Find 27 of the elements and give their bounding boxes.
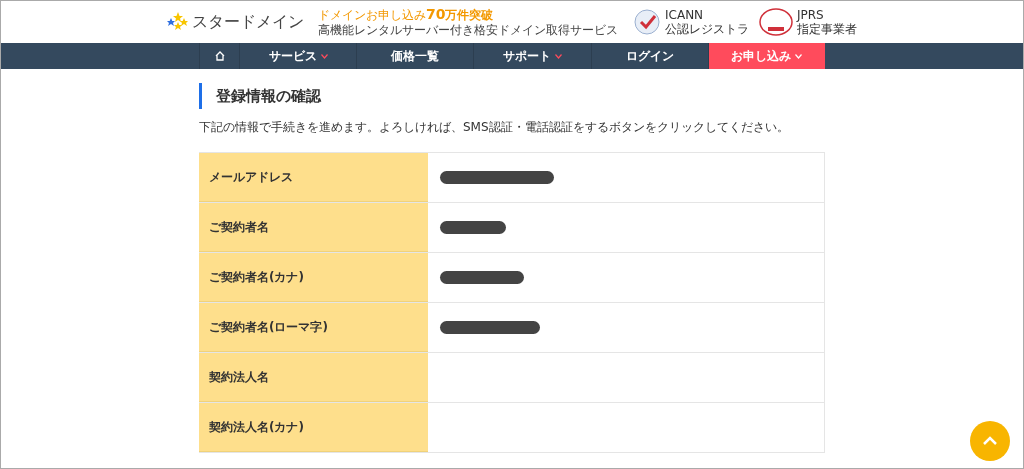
field-label: 契約法人名 (199, 353, 428, 402)
caret-icon (320, 53, 328, 59)
field-label: 契約法人名(カナ) (199, 403, 428, 452)
nav-link[interactable]: 価格一覧 (356, 43, 474, 69)
caret-icon (795, 53, 803, 59)
badge-subtitle: 公認レジストラ (665, 22, 749, 36)
logo-text[interactable]: スタードメイン (192, 11, 304, 33)
jprs-seal-icon (759, 8, 793, 36)
checkmark-seal-icon (633, 8, 661, 36)
caret-icon (555, 53, 562, 59)
badge-title: JPRS (797, 8, 825, 22)
stars-logo-icon (167, 12, 189, 32)
badge-subtitle: 指定事業者 (797, 22, 857, 36)
nav-link[interactable]: サポート (473, 43, 591, 69)
badge-title: ICANN (665, 8, 705, 22)
field-label: メールアドレス (199, 153, 428, 202)
field-label: ご契約者名(カナ) (199, 253, 428, 302)
field-label: ご契約者名(ローマ字) (199, 303, 428, 352)
page-title: 登録情報の確認 (199, 83, 825, 109)
nav-link[interactable]: ログイン (590, 43, 708, 69)
nav-link[interactable]: サービス (239, 43, 357, 69)
description: 下記の情報で手続きを進めます。よろしければ、SMS認証・電話認証をするボタンをクリックしてください。 (199, 119, 790, 136)
field-label: ご契約者名 (199, 203, 428, 252)
subtitle: 高機能レンタルサーバー付き格安ドメイン取得サービス (318, 22, 618, 38)
tagline: ドメインお申し込み70万件突破 (318, 6, 495, 23)
chevron-up-icon (982, 436, 998, 446)
home-icon (214, 51, 225, 61)
